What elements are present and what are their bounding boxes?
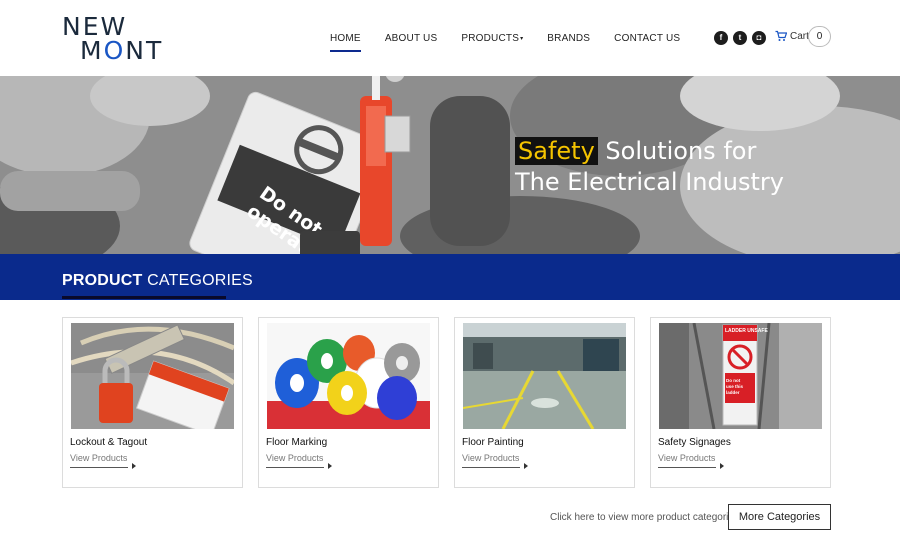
- cart-link[interactable]: Cart: [775, 30, 809, 42]
- view-products-link[interactable]: View Products: [462, 453, 519, 463]
- category-card-floor-painting[interactable]: Floor Painting View Products: [454, 317, 635, 488]
- cart-label: Cart: [790, 30, 809, 42]
- nav-contact-us[interactable]: CONTACT US: [614, 28, 680, 52]
- view-products-link[interactable]: View Products: [70, 453, 127, 463]
- category-name[interactable]: Floor Marking: [266, 437, 327, 448]
- nav-products[interactable]: PRODUCTS▾: [461, 28, 523, 52]
- logo-letter-m: M: [80, 36, 104, 65]
- main-nav: HOME ABOUT US PRODUCTS▾ BRANDS CONTACT U…: [330, 28, 704, 54]
- link-underline: [658, 467, 716, 468]
- category-grid: Lockout & Tagout View Products Floor Mar…: [62, 317, 832, 488]
- category-image-floor-marking[interactable]: [267, 323, 430, 429]
- nav-about-us[interactable]: ABOUT US: [385, 28, 438, 52]
- nav-products-label: PRODUCTS: [461, 33, 520, 44]
- newmont-logo[interactable]: NEW MONT: [62, 14, 178, 64]
- logo-line-2: MONT: [80, 38, 163, 63]
- section-title-rest: CATEGORIES: [142, 272, 253, 289]
- site-header: NEW MONT HOME ABOUT US PRODUCTS▾ BRANDS …: [0, 0, 900, 76]
- twitter-icon[interactable]: t: [733, 31, 747, 45]
- category-card-floor-marking[interactable]: Floor Marking View Products: [258, 317, 439, 488]
- section-title-bold: PRODUCT: [62, 272, 143, 289]
- arrow-right-icon: [328, 463, 332, 469]
- hero-line-1: Safety Solutions for: [515, 136, 784, 167]
- facebook-icon[interactable]: f: [714, 31, 728, 45]
- category-image-lockout[interactable]: [71, 323, 234, 429]
- category-image-safety-signages[interactable]: LADDER UNSAFE Do not use this ladder: [659, 323, 822, 429]
- link-underline: [462, 467, 520, 468]
- social-links: f t ◘: [714, 31, 771, 45]
- hero-line-1-rest: Solutions for: [597, 137, 757, 165]
- cart-icon: [775, 30, 787, 41]
- nav-home[interactable]: HOME: [330, 28, 361, 52]
- instagram-icon[interactable]: ◘: [752, 31, 766, 45]
- logo-letters-nt: NT: [125, 36, 164, 65]
- more-categories-hint: Click here to view more product categori…: [550, 512, 739, 523]
- section-header-band: PRODUCT CATEGORIES: [0, 254, 900, 300]
- category-name[interactable]: Floor Painting: [462, 437, 524, 448]
- hero-highlight: Safety: [515, 137, 598, 165]
- arrow-right-icon: [524, 463, 528, 469]
- cart-count-badge[interactable]: 0: [808, 26, 831, 47]
- hero-headline: Safety Solutions for The Electrical Indu…: [515, 136, 784, 198]
- section-title: PRODUCT CATEGORIES: [62, 272, 253, 290]
- chevron-down-icon: ▾: [520, 36, 524, 42]
- link-underline: [70, 467, 128, 468]
- view-products-link[interactable]: View Products: [266, 453, 323, 463]
- nav-brands[interactable]: BRANDS: [547, 28, 590, 52]
- arrow-right-icon: [720, 463, 724, 469]
- link-underline: [266, 467, 324, 468]
- section-title-underline: [62, 296, 226, 299]
- category-card-safety-signages[interactable]: LADDER UNSAFE Do not use this ladder Safet…: [650, 317, 831, 488]
- hero-banner: Do notoperate Safety Solutions for The E…: [0, 76, 900, 254]
- sign-top-text: LADDER UNSAFE: [725, 328, 768, 334]
- logo-letter-o: O: [103, 36, 126, 65]
- category-name[interactable]: Lockout & Tagout: [70, 437, 147, 448]
- more-categories-button[interactable]: More Categories: [728, 504, 831, 530]
- category-image-floor-painting[interactable]: [463, 323, 626, 429]
- hero-line-2: The Electrical Industry: [515, 168, 784, 196]
- arrow-right-icon: [132, 463, 136, 469]
- category-name[interactable]: Safety Signages: [658, 437, 731, 448]
- view-products-link[interactable]: View Products: [658, 453, 715, 463]
- category-card-lockout[interactable]: Lockout & Tagout View Products: [62, 317, 243, 488]
